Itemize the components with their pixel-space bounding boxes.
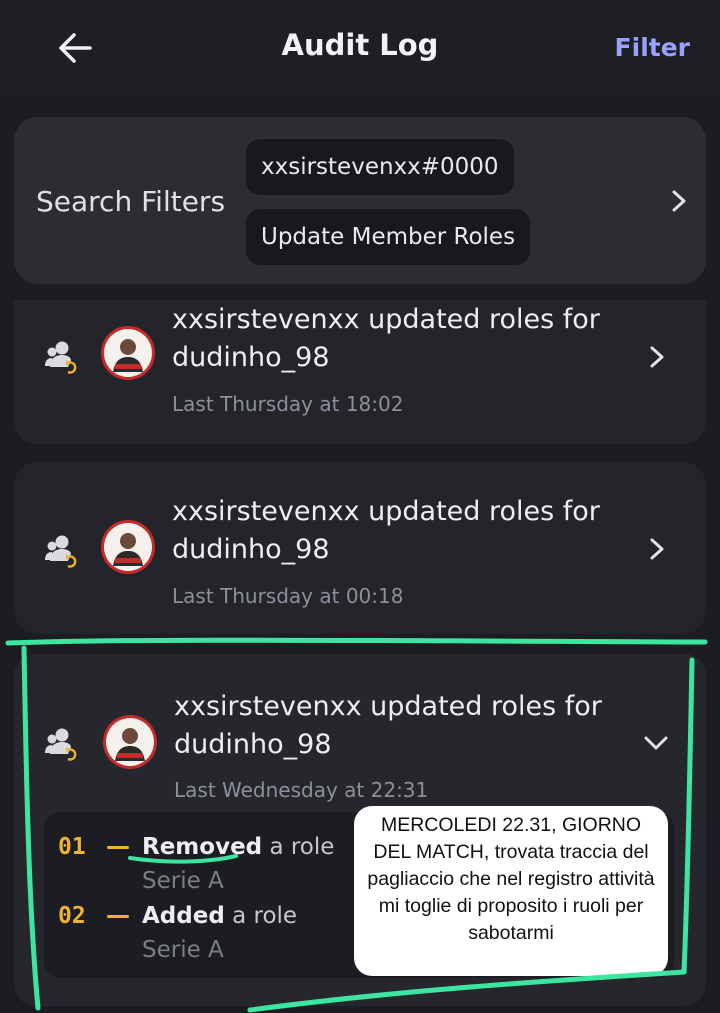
change-number: 02 (58, 903, 86, 929)
annotation-note: MERCOLEDI 22.31, GIORNO DEL MATCH, trova… (354, 806, 668, 976)
entry-description: xxsirstevenxx updated roles for dudinho_… (174, 691, 602, 760)
audit-log-entry[interactable]: xxsirstevenxx updated roles for dudinho_… (14, 300, 706, 444)
chevron-right-icon[interactable] (646, 535, 668, 563)
avatar (103, 715, 157, 769)
search-filters-card[interactable]: Search Filters xxsirstevenxx#0000 Update… (14, 117, 706, 284)
change-dash: — (106, 832, 130, 860)
change-rest: a role (262, 834, 335, 860)
chevron-right-icon[interactable] (646, 343, 668, 371)
change-number: 01 (58, 834, 86, 860)
entry-timestamp: Last Thursday at 00:18 (172, 584, 404, 608)
change-rest: a role (224, 903, 298, 929)
chevron-right-icon (672, 190, 686, 212)
entry-description: xxsirstevenxx updated roles for dudinho_… (172, 496, 600, 565)
user-filter-chip: xxsirstevenxx#0000 (246, 139, 514, 195)
change-action: Added a role (142, 903, 297, 929)
avatar (101, 326, 155, 380)
members-role-update-icon (45, 341, 77, 374)
members-role-update-icon (45, 728, 77, 761)
app-header: Audit Log Filter (0, 0, 720, 96)
audit-log-entry[interactable]: xxsirstevenxx updated roles for dudinho_… (14, 462, 706, 634)
change-dash: — (106, 901, 130, 929)
avatar (101, 520, 155, 574)
filter-button[interactable]: Filter (615, 33, 690, 62)
entry-description: xxsirstevenxx updated roles for dudinho_… (172, 304, 600, 373)
chevron-down-icon[interactable] (642, 732, 670, 754)
change-verb: Removed (142, 834, 263, 860)
action-filter-chip: Update Member Roles (246, 209, 531, 265)
change-action: Removed a role (142, 834, 334, 860)
members-role-update-icon (45, 535, 77, 568)
change-role-name: Serie A (142, 937, 224, 963)
change-verb: Added (142, 903, 225, 929)
search-filters-label: Search Filters (36, 185, 226, 218)
change-role-name: Serie A (142, 868, 224, 894)
page-title: Audit Log (281, 28, 439, 62)
entry-timestamp: Last Thursday at 18:02 (172, 392, 404, 416)
entry-timestamp: Last Wednesday at 22:31 (174, 778, 429, 802)
